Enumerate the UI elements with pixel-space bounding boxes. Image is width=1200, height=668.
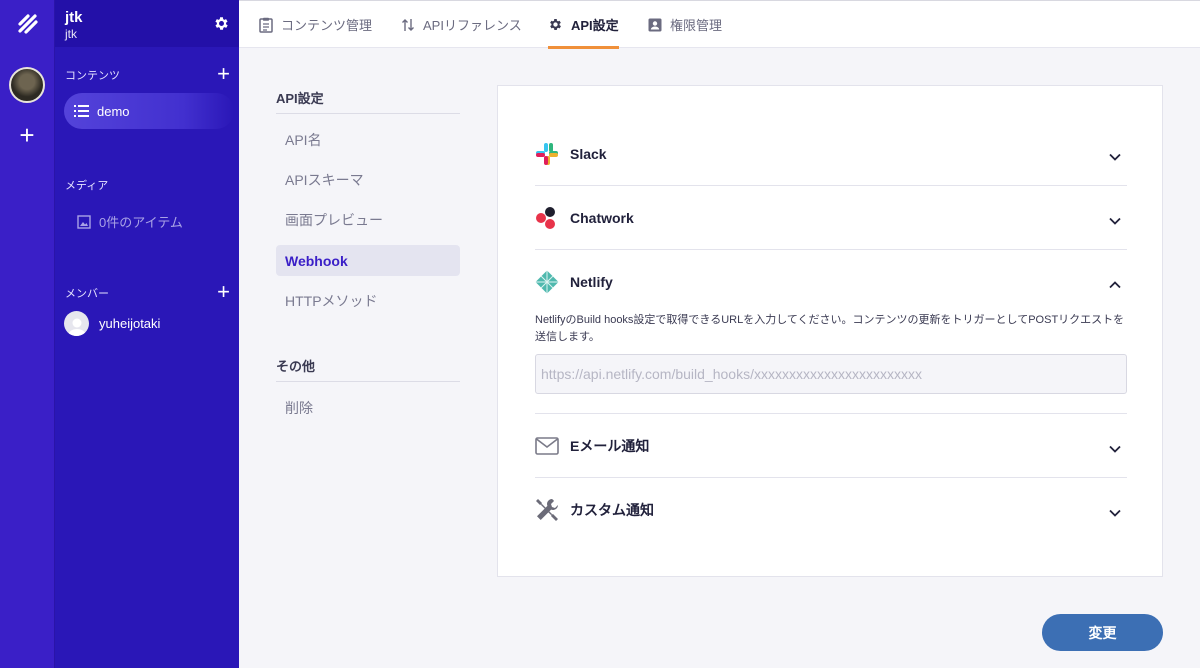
webhook-name: Slack bbox=[570, 145, 607, 162]
tools-icon bbox=[535, 498, 559, 522]
webhook-row-netlify[interactable]: Netlify bbox=[535, 250, 1127, 314]
workspace-subtitle: jtk bbox=[65, 27, 77, 41]
sidebar-item-demo[interactable]: demo bbox=[64, 93, 234, 129]
menu-divider bbox=[276, 381, 460, 382]
members-section-label: メンバー bbox=[65, 288, 109, 300]
webhook-name: Netlify bbox=[570, 274, 613, 290]
workspace-header: jtk jtk bbox=[55, 0, 239, 47]
webhook-card: Slack Chatwork Netlify NetlifyのBuild hoo… bbox=[497, 85, 1163, 577]
chevron-down-icon[interactable] bbox=[1109, 212, 1121, 230]
chevron-down-icon[interactable] bbox=[1109, 148, 1121, 166]
webhook-row-email[interactable]: Eメール通知 bbox=[535, 414, 1127, 478]
top-tabs: コンテンツ管理 APIリファレンス API設定 権限管理 bbox=[239, 0, 1200, 49]
menu-item-preview[interactable]: 画面プレビュー bbox=[276, 204, 460, 235]
image-icon bbox=[77, 214, 91, 229]
tab-label: コンテンツ管理 bbox=[281, 18, 373, 33]
webhook-row-slack[interactable]: Slack bbox=[535, 122, 1127, 186]
gear-icon[interactable] bbox=[213, 15, 230, 37]
add-member-icon[interactable]: + bbox=[217, 281, 230, 303]
member-name: yuheijotaki bbox=[99, 316, 161, 331]
webhook-name: カスタム通知 bbox=[570, 502, 654, 518]
chevron-down-icon[interactable] bbox=[1109, 440, 1121, 458]
menu-item-api-schema[interactable]: APIスキーマ bbox=[276, 164, 460, 195]
sidebar-item-label: demo bbox=[97, 103, 130, 119]
sidebar: jtk jtk コンテンツ + demo メディア 0件のアイテム メンバー +… bbox=[55, 0, 239, 668]
tab-label: APIリファレンス bbox=[423, 18, 522, 33]
tab-permissions[interactable]: 権限管理 bbox=[648, 1, 722, 48]
member-item[interactable]: yuheijotaki bbox=[64, 311, 160, 336]
tab-label: API設定 bbox=[571, 18, 619, 33]
media-item[interactable]: 0件のアイテム bbox=[77, 212, 183, 231]
clipboard-icon bbox=[259, 17, 273, 33]
tab-contents[interactable]: コンテンツ管理 bbox=[259, 1, 372, 48]
webhook-name: Chatwork bbox=[570, 209, 634, 226]
menu-divider bbox=[276, 113, 460, 114]
tab-api-settings[interactable]: API設定 bbox=[548, 1, 619, 49]
webhook-name: Eメール通知 bbox=[570, 437, 650, 454]
submit-button[interactable]: 変更 bbox=[1042, 614, 1163, 651]
member-avatar bbox=[64, 311, 89, 336]
sort-arrows-icon bbox=[402, 18, 414, 31]
workspace-title: jtk bbox=[65, 9, 83, 26]
logo-icon[interactable] bbox=[0, 0, 55, 47]
webhook-row-custom[interactable]: カスタム通知 bbox=[535, 478, 1127, 542]
media-item-label: 0件のアイテム bbox=[99, 215, 183, 230]
menu-section-api: API設定 bbox=[276, 91, 324, 106]
contents-section-label: コンテンツ bbox=[65, 70, 120, 82]
menu-item-http-method[interactable]: HTTPメソッド bbox=[276, 285, 460, 316]
menu-item-api-name[interactable]: API名 bbox=[276, 124, 460, 155]
netlify-icon bbox=[535, 270, 559, 294]
media-section-label: メディア bbox=[65, 180, 109, 192]
person-badge-icon bbox=[648, 18, 662, 31]
menu-item-delete[interactable]: 削除 bbox=[276, 392, 460, 423]
list-icon bbox=[74, 105, 89, 117]
netlify-description: NetlifyのBuild hooks設定で取得できるURLを入力してください。… bbox=[535, 314, 1125, 343]
chevron-up-icon[interactable] bbox=[1109, 276, 1121, 294]
workspace-rail: + bbox=[0, 0, 55, 668]
menu-item-webhook[interactable]: Webhook bbox=[276, 245, 460, 276]
webhook-row-chatwork[interactable]: Chatwork bbox=[535, 186, 1127, 250]
netlify-url-input[interactable] bbox=[535, 354, 1127, 394]
add-content-icon[interactable]: + bbox=[217, 63, 230, 85]
gear-icon bbox=[550, 19, 561, 30]
add-workspace-icon[interactable]: + bbox=[16, 122, 38, 148]
tab-label: 権限管理 bbox=[670, 18, 723, 33]
slack-icon bbox=[535, 142, 559, 166]
mail-icon bbox=[535, 434, 559, 458]
chatwork-icon bbox=[535, 206, 559, 230]
chevron-down-icon[interactable] bbox=[1109, 504, 1121, 522]
tab-api-reference[interactable]: APIリファレンス bbox=[401, 1, 522, 48]
workspace-avatar[interactable] bbox=[9, 67, 45, 103]
menu-section-other: その他 bbox=[276, 359, 316, 374]
